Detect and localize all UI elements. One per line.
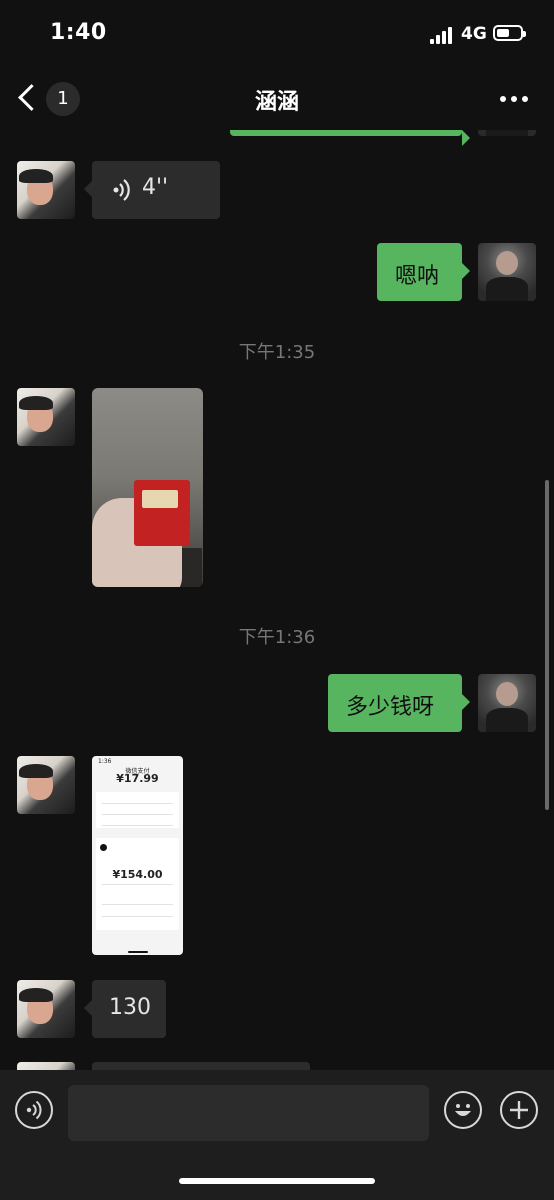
receipt-card: [96, 792, 179, 828]
receipt-amount-top: ¥17.99: [116, 772, 159, 785]
receipt-card: [96, 838, 179, 930]
merchant-logo-icon: [100, 844, 107, 851]
voice-message-bubble[interactable]: 4'': [84, 161, 220, 219]
voice-wave-icon: [113, 179, 130, 201]
payment-screenshot-message[interactable]: 1:36 微信支付 ¥17.99 ¥154.00: [92, 756, 183, 955]
plus-icon[interactable]: [500, 1091, 538, 1129]
timestamp: 下午1:35: [238, 342, 316, 363]
timestamp: 下午1:36: [238, 627, 316, 648]
voice-duration: 4'': [142, 175, 169, 200]
avatar-self[interactable]: [478, 243, 536, 301]
message-bubble[interactable]: 130: [84, 980, 166, 1038]
receipt-amount-main: ¥154.00: [112, 868, 163, 881]
message-input[interactable]: [68, 1085, 429, 1141]
message-bubble[interactable]: 嗯呐: [377, 243, 470, 301]
battery-icon: [493, 25, 526, 41]
chat-history[interactable]: 4'' 嗯呐 下午1:35 下午1:36 多少钱呀 1:36 微信支付 ¥17.…: [0, 130, 554, 1070]
voice-input-icon[interactable]: [15, 1091, 53, 1129]
message-bubble-partial[interactable]: [92, 1062, 310, 1070]
message-bubble-partial[interactable]: [230, 130, 470, 146]
avatar-self[interactable]: [478, 130, 536, 136]
avatar-self[interactable]: [478, 674, 536, 732]
signal-icon: [430, 26, 456, 44]
avatar-contact[interactable]: [17, 756, 75, 814]
scrollbar[interactable]: [545, 480, 549, 810]
receipt-status-time: 1:36: [98, 758, 112, 765]
chat-title: 涵涵: [254, 90, 299, 115]
avatar-contact[interactable]: [17, 161, 75, 219]
photo-message[interactable]: [92, 388, 203, 587]
avatar-contact[interactable]: [17, 388, 75, 446]
emoji-icon[interactable]: [444, 1091, 482, 1129]
message-text: 多少钱呀: [346, 695, 435, 720]
message-text: 130: [109, 995, 151, 1020]
status-time: 1:40: [50, 20, 107, 45]
nav-bar: 1 涵涵: [0, 70, 554, 130]
network-label: 4G: [461, 24, 487, 44]
status-bar: 1:40 4G: [0, 0, 554, 70]
more-icon[interactable]: [496, 88, 532, 112]
message-text: 嗯呐: [395, 264, 440, 289]
avatar-contact[interactable]: [17, 980, 75, 1038]
message-bubble[interactable]: 多少钱呀: [328, 674, 470, 732]
home-indicator[interactable]: [179, 1178, 375, 1184]
avatar-contact[interactable]: [17, 1062, 75, 1070]
